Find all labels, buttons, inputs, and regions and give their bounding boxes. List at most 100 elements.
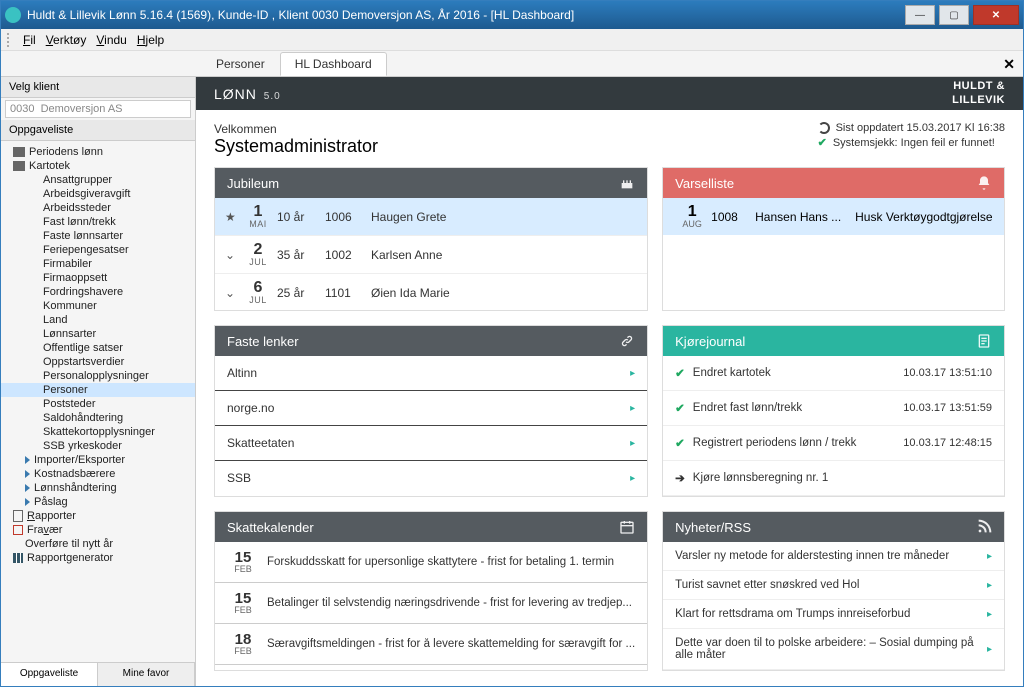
panel-jubileum: Jubileum ★1MAI10 år1006Haugen Grete⌄2JUL… (214, 167, 648, 311)
chevron-right-icon: ▸ (987, 580, 992, 591)
kjore-row[interactable]: ➔Kjøre lønnsberegning nr. 1 (663, 461, 1004, 496)
rss-row[interactable]: Varsler ny metode for alderstesting inne… (663, 542, 1004, 571)
tree-firmabiler[interactable]: Firmabiler (1, 257, 195, 271)
panel-rss: Nyheter/RSS Varsler ny metode for alders… (662, 511, 1005, 671)
tree-personalopplysninger[interactable]: Personalopplysninger (1, 369, 195, 383)
tree-arbeidsgiveravgift[interactable]: Arbeidsgiveravgift (1, 187, 195, 201)
menu-file[interactable]: Fil (23, 33, 36, 47)
tree-kostnadsbaerere[interactable]: Kostnadsbærere (1, 467, 195, 481)
menu-help[interactable]: Hjelp (137, 33, 164, 47)
tree-overfore[interactable]: Overføre til nytt år (1, 537, 195, 551)
bottom-tab-tasks[interactable]: Oppgaveliste (1, 663, 98, 686)
lenker-title: Faste lenker (227, 334, 299, 349)
rss-row[interactable]: Turist savnet etter snøskred ved Hol▸ (663, 571, 1004, 600)
chevron-right-icon: ▸ (987, 644, 992, 655)
tree-lonnsarter[interactable]: Lønnsarter (1, 327, 195, 341)
syscheck-text: Systemsjekk: Ingen feil er funnet! (833, 137, 995, 149)
menu-tools[interactable]: Verktøy (46, 33, 87, 47)
tree-fravaer[interactable]: Fravær (1, 523, 195, 537)
skatt-row[interactable]: 15FEBBetalinger til selvstendig næringsd… (215, 583, 647, 624)
rss-row[interactable]: Dette var doen til to polske arbeidere: … (663, 629, 1004, 670)
tree-personer[interactable]: Personer (1, 383, 195, 397)
tree-ssb-yrkeskoder[interactable]: SSB yrkeskoder (1, 439, 195, 453)
skatt-row[interactable]: 18FEBSæravgiftsmeldingen - frist for å l… (215, 624, 647, 665)
chevron-right-icon: ▸ (630, 403, 635, 414)
tree-ansattgrupper[interactable]: Ansattgrupper (1, 173, 195, 187)
product-name: LØNN (214, 86, 257, 102)
tree-feriepengesatser[interactable]: Feriepengesatser (1, 243, 195, 257)
refresh-icon (818, 122, 830, 134)
app-window: Huldt & Lillevik Lønn 5.16.4 (1569), Kun… (0, 0, 1024, 687)
tree-offentlige-satser[interactable]: Offentlige satser (1, 341, 195, 355)
chevron-right-icon: ▸ (630, 438, 635, 449)
welcome-label: Velkommen (214, 122, 378, 136)
tree-paslag[interactable]: Påslag (1, 495, 195, 509)
tree-firmaoppsett[interactable]: Firmaoppsett (1, 271, 195, 285)
link-row[interactable]: SSB▸ (215, 461, 647, 495)
rss-row[interactable]: Klart for rettsdrama om Trumps innreisef… (663, 600, 1004, 629)
varsel-row[interactable]: 1AUG 1008 Hansen Hans ... Husk Verktøygo… (663, 198, 1004, 235)
kjore-row[interactable]: ✔Endret fast lønn/trekk10.03.17 13:51:59 (663, 391, 1004, 426)
link-icon (619, 333, 635, 349)
check-icon: ✔ (818, 136, 827, 149)
close-button[interactable]: ✕ (973, 5, 1019, 25)
check-icon: ✔ (675, 366, 685, 380)
rss-icon (976, 519, 992, 535)
app-icon (5, 7, 21, 23)
tabbar: Personer HL Dashboard ✕ (1, 51, 1023, 77)
tab-persons[interactable]: Personer (201, 52, 280, 76)
tree-fast-lonntrekk[interactable]: Fast lønn/trekk (1, 215, 195, 229)
tree-poststeder[interactable]: Poststeder (1, 397, 195, 411)
tree-oppstartsverdier[interactable]: Oppstartsverdier (1, 355, 195, 369)
tree-saldohandtering[interactable]: Saldohåndtering (1, 411, 195, 425)
tab-close-icon[interactable]: ✕ (1003, 56, 1015, 73)
chevron-right-icon: ▸ (630, 368, 635, 379)
skatt-row[interactable]: 15FEBForskuddsskatt for upersonlige skat… (215, 542, 647, 583)
kjore-row[interactable]: ✔Registrert periodens lønn / trekk10.03.… (663, 426, 1004, 461)
tree-periodens-lonn[interactable]: Periodens lønn (1, 145, 195, 159)
tasklist-label: Oppgaveliste (1, 120, 195, 141)
menu-window[interactable]: Vindu (96, 33, 126, 47)
tree-arbeidssteder[interactable]: Arbeidssteder (1, 201, 195, 215)
jubileum-row[interactable]: ★1MAI10 år1006Haugen Grete (215, 198, 647, 236)
jubileum-row[interactable]: ⌄2JUL35 år1002Karlsen Anne (215, 236, 647, 274)
chevron-right-icon: ▸ (987, 609, 992, 620)
rss-title: Nyheter/RSS (675, 520, 751, 535)
last-updated: Sist oppdatert 15.03.2017 Kl 16:38 (836, 122, 1005, 134)
journal-icon (976, 333, 992, 349)
tree-land[interactable]: Land (1, 313, 195, 327)
bottom-tab-favorites[interactable]: Mine favor (98, 663, 195, 686)
chevron-right-icon: ▸ (630, 473, 635, 484)
check-icon: ✔ (675, 436, 685, 450)
tree-fordringshavere[interactable]: Fordringshavere (1, 285, 195, 299)
tree-kartotek[interactable]: Kartotek (1, 159, 195, 173)
welcome-row: Velkommen Systemadministrator Sist oppda… (196, 110, 1023, 167)
product-version: 5.0 (264, 91, 281, 102)
tree-rapportgenerator[interactable]: Rapportgenerator (1, 551, 195, 565)
kjore-row[interactable]: ✔Endret kartotek10.03.17 13:51:10 (663, 356, 1004, 391)
skatt-title: Skattekalender (227, 520, 314, 535)
tree-rapporter[interactable]: Rapporter (1, 509, 195, 523)
brand-logo: HULDT &LILLEVIK (952, 80, 1005, 106)
menubar: Fil Verktøy Vindu Hjelp (1, 29, 1023, 51)
link-row[interactable]: Skatteetaten▸ (215, 426, 647, 461)
client-input[interactable] (5, 100, 191, 118)
tree-kommuner[interactable]: Kommuner (1, 299, 195, 313)
tree-skattekortopplysninger[interactable]: Skattekortopplysninger (1, 425, 195, 439)
role-label: Systemadministrator (214, 136, 378, 157)
minimize-button[interactable]: — (905, 5, 935, 25)
link-row[interactable]: norge.no▸ (215, 391, 647, 426)
chevron-right-icon: ▸ (987, 551, 992, 562)
link-row[interactable]: Altinn▸ (215, 356, 647, 391)
maximize-button[interactable]: ▢ (939, 5, 969, 25)
tree-lonnshandtering[interactable]: Lønnshåndtering (1, 481, 195, 495)
tree-faste-lonnsarter[interactable]: Faste lønnsarter (1, 229, 195, 243)
jubileum-row[interactable]: ⌄6JUL25 år1101Øien Ida Marie (215, 274, 647, 310)
tree-importer-eksporter[interactable]: Importer/Eksporter (1, 453, 195, 467)
titlebar: Huldt & Lillevik Lønn 5.16.4 (1569), Kun… (1, 1, 1023, 29)
varsel-title: Varselliste (675, 176, 734, 191)
task-tree: Periodens lønn Kartotek Ansattgrupper Ar… (1, 141, 195, 662)
tab-dashboard[interactable]: HL Dashboard (280, 52, 387, 76)
panel-lenker: Faste lenker Altinn▸norge.no▸Skatteetate… (214, 325, 648, 497)
kjore-title: Kjørejournal (675, 334, 745, 349)
